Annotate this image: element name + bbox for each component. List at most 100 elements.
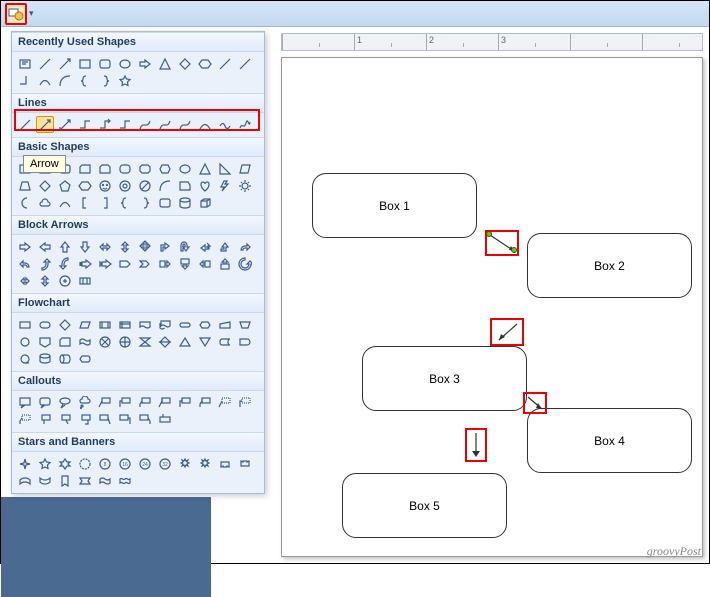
arrow-up-icon[interactable] xyxy=(56,238,74,255)
basic-cloud-icon[interactable] xyxy=(36,194,54,211)
basic-hex2-icon[interactable] xyxy=(156,160,174,177)
star-5-icon[interactable] xyxy=(36,455,54,472)
arrow-misc3-icon[interactable] xyxy=(56,272,74,289)
arrow-quad-icon[interactable] xyxy=(136,238,154,255)
basic-heart-icon[interactable] xyxy=(196,177,214,194)
arrow-leftright-icon[interactable] xyxy=(96,238,114,255)
basic-tri-icon[interactable] xyxy=(196,160,214,177)
flow-connector-icon[interactable] xyxy=(16,333,34,350)
basic-cube-icon[interactable] xyxy=(196,194,214,211)
flow-sum-icon[interactable] xyxy=(96,333,114,350)
arrow-left-icon[interactable] xyxy=(36,238,54,255)
shape-box-3[interactable]: Box 3 xyxy=(362,346,527,411)
arrow-curved-left-icon[interactable] xyxy=(16,255,34,272)
basic-smiley-icon[interactable] xyxy=(96,177,114,194)
basic-donut-icon[interactable] xyxy=(116,177,134,194)
star-12-icon[interactable]: 24 xyxy=(136,455,154,472)
arrow-leftup-icon[interactable] xyxy=(196,238,214,255)
callout-rect-icon[interactable] xyxy=(16,394,34,411)
basic-folded-icon[interactable] xyxy=(176,177,194,194)
flow-magdisk-icon[interactable] xyxy=(36,350,54,367)
shape-rect-icon[interactable] xyxy=(76,55,94,72)
basic-hex-icon[interactable] xyxy=(76,177,94,194)
line-curved-arrow-icon[interactable] xyxy=(156,116,174,133)
callout-b3-icon[interactable] xyxy=(16,411,34,428)
flow-multidoc-icon[interactable] xyxy=(156,316,174,333)
basic-bolt-icon[interactable] xyxy=(216,177,234,194)
ribbon-curved-up-icon[interactable] xyxy=(16,472,34,489)
callout-b7-icon[interactable] xyxy=(96,411,114,428)
flow-process-icon[interactable] xyxy=(16,316,34,333)
line-arrow-icon[interactable] xyxy=(36,116,54,133)
arrow-notched-icon[interactable] xyxy=(96,255,114,272)
arrow-striped-icon[interactable] xyxy=(76,255,94,272)
arrow-down-icon[interactable] xyxy=(76,238,94,255)
basic-roundsnip-icon[interactable] xyxy=(116,160,134,177)
basic-arc2-icon[interactable] xyxy=(56,194,74,211)
flow-decision-icon[interactable] xyxy=(56,316,74,333)
flow-direct-icon[interactable] xyxy=(56,350,74,367)
shape-star-icon[interactable] xyxy=(116,72,134,89)
shape-right-arrow-icon[interactable] xyxy=(136,55,154,72)
star-10-icon[interactable]: 16 xyxy=(116,455,134,472)
shape-box-5[interactable]: Box 5 xyxy=(342,473,507,538)
shape-box-1[interactable]: Box 1 xyxy=(312,173,477,238)
shape-diamond-icon[interactable] xyxy=(176,55,194,72)
banner-up-icon[interactable] xyxy=(216,455,234,472)
flow-manual-input-icon[interactable] xyxy=(216,316,234,333)
arrow-misc2-icon[interactable] xyxy=(36,272,54,289)
star-6-icon[interactable] xyxy=(56,455,74,472)
basic-arc-icon[interactable] xyxy=(156,177,174,194)
flow-sort-icon[interactable] xyxy=(156,333,174,350)
shape-hexagon-icon[interactable] xyxy=(196,55,214,72)
star-16-icon[interactable]: 32 xyxy=(156,455,174,472)
arrow-callout-left-icon[interactable] xyxy=(196,255,214,272)
line-curved-double-icon[interactable] xyxy=(176,116,194,133)
basic-diamond-icon[interactable] xyxy=(36,177,54,194)
flow-terminator-icon[interactable] xyxy=(176,316,194,333)
shape-rbrace-icon[interactable] xyxy=(96,72,114,89)
callout-b5-icon[interactable] xyxy=(56,411,74,428)
basic-rbrace2-icon[interactable] xyxy=(136,194,154,211)
line-elbow-arrow-icon[interactable] xyxy=(96,116,114,133)
basic-snip2-icon[interactable] xyxy=(96,160,114,177)
arrow-bent-icon[interactable] xyxy=(156,238,174,255)
shape-curve-icon[interactable] xyxy=(36,72,54,89)
wave-icon[interactable] xyxy=(96,472,114,489)
arrow-curved-up-icon[interactable] xyxy=(36,255,54,272)
arrow-misc4-icon[interactable] xyxy=(76,272,94,289)
flow-collate-icon[interactable] xyxy=(136,333,154,350)
insert-shapes-button[interactable] xyxy=(5,3,27,25)
line-double-arrow-icon[interactable] xyxy=(56,116,74,133)
line-straight-icon[interactable] xyxy=(16,116,34,133)
flow-data-icon[interactable] xyxy=(76,316,94,333)
flow-alt-icon[interactable] xyxy=(36,316,54,333)
basic-snip-icon[interactable] xyxy=(76,160,94,177)
line-freeform-icon[interactable] xyxy=(216,116,234,133)
flow-manual-op-icon[interactable] xyxy=(236,316,254,333)
shape-arc-icon[interactable] xyxy=(56,72,74,89)
shape-round-rect-icon[interactable] xyxy=(96,55,114,72)
flow-predef-icon[interactable] xyxy=(96,316,114,333)
flow-prep-icon[interactable] xyxy=(196,316,214,333)
basic-moon-icon[interactable] xyxy=(16,194,34,211)
arrow-callout-down-icon[interactable] xyxy=(176,255,194,272)
callout-border2-icon[interactable] xyxy=(236,394,254,411)
ribbon-horiz-icon[interactable] xyxy=(76,472,94,489)
shape-oval-icon[interactable] xyxy=(116,55,134,72)
shape-line3-icon[interactable] xyxy=(236,55,254,72)
shape-box-2[interactable]: Box 2 xyxy=(527,233,692,298)
shape-line2-icon[interactable] xyxy=(216,55,234,72)
callout-border1-icon[interactable] xyxy=(216,394,234,411)
callout-accent3-icon[interactable] xyxy=(196,394,214,411)
basic-plaque-icon[interactable] xyxy=(156,194,174,211)
star-expl1-icon[interactable] xyxy=(176,455,194,472)
shape-elbow-icon[interactable] xyxy=(16,72,34,89)
basic-can-icon[interactable] xyxy=(176,194,194,211)
flow-or-icon[interactable] xyxy=(116,333,134,350)
flow-stored-icon[interactable] xyxy=(216,333,234,350)
double-wave-icon[interactable] xyxy=(116,472,134,489)
flow-extract-icon[interactable] xyxy=(176,333,194,350)
callout-oval-icon[interactable] xyxy=(56,394,74,411)
basic-oct-icon[interactable] xyxy=(136,160,154,177)
